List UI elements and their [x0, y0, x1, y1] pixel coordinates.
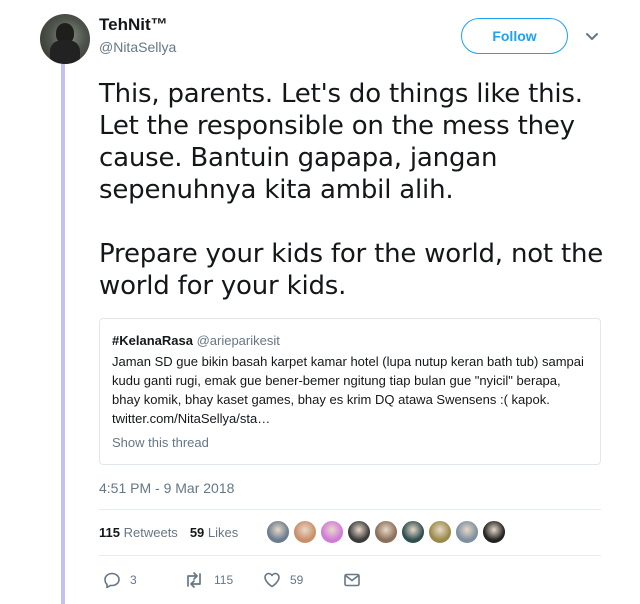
- liker-avatar[interactable]: [347, 520, 371, 544]
- retweet-count: 115: [214, 573, 234, 587]
- heart-icon: [264, 572, 280, 588]
- show-thread-link[interactable]: Show this thread: [112, 433, 588, 452]
- chevron-down-icon[interactable]: [584, 30, 600, 44]
- author-name[interactable]: TehNit™: [99, 15, 168, 35]
- liker-avatar[interactable]: [374, 520, 398, 544]
- tweet-paragraph: This, parents. Let's do things like this…: [99, 79, 583, 205]
- quoted-author-name: #KelanaRasa: [112, 333, 193, 348]
- author-handle[interactable]: @NitaSellya: [99, 39, 176, 55]
- tweet-text: This, parents. Let's do things like this…: [99, 78, 619, 334]
- reply-count: 3: [130, 573, 137, 587]
- liker-avatar[interactable]: [428, 520, 452, 544]
- action-bar: 3 115 59: [103, 571, 361, 589]
- liker-avatar[interactable]: [266, 520, 290, 544]
- stats: 115 Retweets 59 Likes: [99, 525, 238, 540]
- avatar[interactable]: [40, 14, 90, 64]
- likes-stat[interactable]: 59 Likes: [190, 525, 238, 540]
- thread-line: [61, 64, 65, 604]
- liker-avatar[interactable]: [455, 520, 479, 544]
- retweet-button[interactable]: 115: [183, 571, 263, 589]
- direct-message-button[interactable]: [343, 572, 361, 588]
- liker-avatar[interactable]: [401, 520, 425, 544]
- quoted-tweet-text: Jaman SD gue bikin basah karpet kamar ho…: [112, 354, 584, 426]
- liker-avatar[interactable]: [320, 520, 344, 544]
- timestamp[interactable]: 4:51 PM - 9 Mar 2018: [99, 480, 234, 496]
- retweets-stat[interactable]: 115 Retweets: [99, 525, 178, 540]
- follow-button[interactable]: Follow: [461, 18, 568, 54]
- divider: [99, 555, 601, 556]
- liker-avatar[interactable]: [482, 520, 506, 544]
- quoted-author-handle: @arieparikesit: [196, 333, 280, 348]
- like-count: 59: [290, 573, 304, 587]
- liker-avatar[interactable]: [293, 520, 317, 544]
- quoted-tweet[interactable]: #KelanaRasa @arieparikesit Jaman SD gue …: [99, 318, 601, 465]
- quoted-tweet-header: #KelanaRasa @arieparikesit: [112, 331, 588, 350]
- reply-button[interactable]: 3: [103, 571, 183, 589]
- like-button[interactable]: 59: [263, 571, 343, 589]
- divider: [99, 509, 601, 510]
- retweet-icon: [187, 572, 201, 588]
- reply-icon: [104, 572, 120, 589]
- envelope-icon: [344, 573, 360, 587]
- liker-avatars: [266, 520, 506, 544]
- tweet-paragraph: Prepare your kids for the world, not the…: [99, 239, 604, 301]
